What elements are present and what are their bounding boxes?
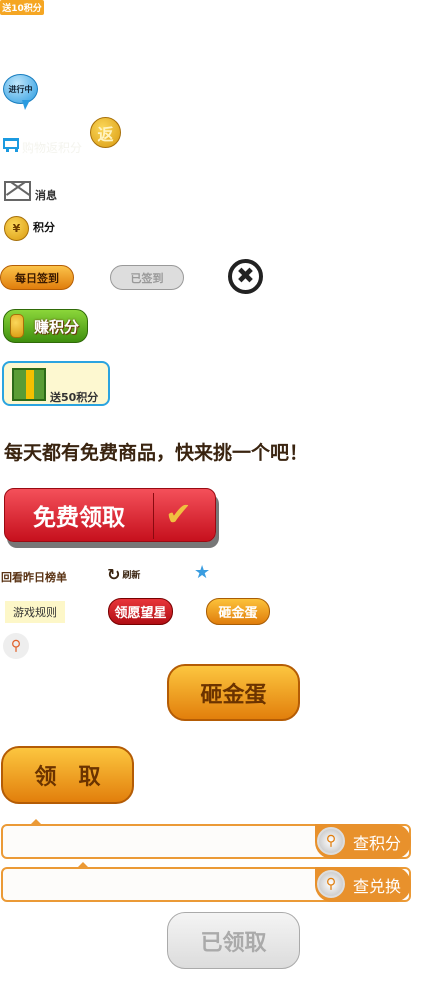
query-points-label: 查积分 bbox=[352, 833, 401, 853]
earn-points-label: 赚积分 bbox=[33, 317, 79, 336]
points-label: 积分 bbox=[33, 221, 55, 234]
badge-10-points: 送10积分 bbox=[0, 0, 44, 15]
smash-egg-small-button[interactable]: 砸金蛋 bbox=[206, 598, 270, 625]
daily-sign-button[interactable]: 每日签到 bbox=[0, 265, 74, 290]
query-points-button[interactable]: ⚲ 查积分 bbox=[315, 824, 411, 859]
in-progress-bubble: 进行中 bbox=[3, 74, 38, 104]
refresh-icon: ↻ bbox=[107, 565, 121, 584]
check-icon: ✔ bbox=[165, 495, 192, 533]
query-exchange-label: 查兑换 bbox=[352, 876, 401, 896]
cart-wheels bbox=[6, 149, 18, 152]
points-query-field[interactable]: ⚲ 查积分 bbox=[1, 824, 411, 859]
search-icon: ⚲ bbox=[317, 827, 345, 855]
star-icon: ★ bbox=[194, 562, 211, 583]
return-coin-icon: 返 bbox=[90, 117, 121, 148]
yen-coin-icon: ¥ bbox=[4, 216, 29, 241]
smash-egg-button[interactable]: 砸金蛋 bbox=[167, 664, 300, 721]
coin-stack-icon bbox=[10, 314, 24, 338]
refresh-label: 刷新 bbox=[122, 571, 141, 581]
query-exchange-button[interactable]: ⚲ 查兑换 bbox=[315, 867, 411, 902]
divider bbox=[153, 493, 154, 539]
free-claim-label: 免费领取 bbox=[33, 505, 125, 531]
earn-points-button[interactable]: 赚积分 bbox=[3, 309, 88, 343]
headline: 每天都有免费商品，快来挑一个吧！ bbox=[4, 442, 309, 464]
exchange-query-field[interactable]: ⚲ 查兑换 bbox=[1, 867, 411, 902]
cart-icon bbox=[3, 138, 19, 149]
cart-return-points-text: 购物返积分 bbox=[22, 141, 83, 155]
free-claim-button[interactable]: 免费领取 ✔ bbox=[4, 488, 216, 542]
game-rules-link[interactable]: 游戏规则 bbox=[5, 601, 65, 623]
yesterday-rank-link[interactable]: 回看昨日榜单 bbox=[1, 569, 67, 585]
bubble-tail bbox=[22, 100, 30, 110]
gift-label: 送50积分 bbox=[50, 391, 99, 404]
search-icon: ⚲ bbox=[317, 870, 345, 898]
signed-button[interactable]: 已签到 bbox=[110, 265, 184, 290]
claimed-button: 已领取 bbox=[167, 912, 300, 969]
claim-star-button[interactable]: 领愿望星 bbox=[108, 598, 173, 625]
mail-icon bbox=[4, 181, 31, 201]
close-icon[interactable]: ✖ bbox=[228, 259, 263, 294]
claim-button[interactable]: 领 取 bbox=[1, 746, 134, 804]
gift-icon bbox=[12, 368, 46, 401]
search-icon[interactable]: ⚲ bbox=[3, 633, 29, 659]
gift-50-points[interactable]: 送50积分 bbox=[2, 361, 110, 406]
messages-label: 消息 bbox=[35, 189, 57, 202]
refresh-button[interactable]: ↻ 刷新 bbox=[107, 565, 140, 584]
